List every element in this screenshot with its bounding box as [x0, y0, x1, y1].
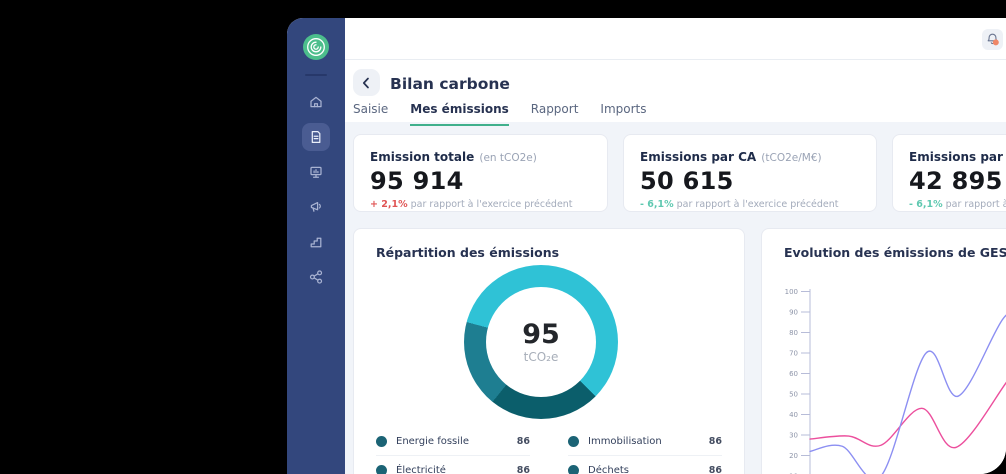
- sidebar-item-monitor[interactable]: [287, 154, 345, 189]
- sidebar-item-analytics[interactable]: [287, 224, 345, 259]
- svg-text:30: 30: [789, 432, 798, 440]
- line-chart-title: Evolution des émissions de GES: [784, 245, 1006, 260]
- svg-text:80: 80: [789, 329, 798, 337]
- tab-imports[interactable]: Imports: [600, 102, 646, 126]
- line-chart-card: Evolution des émissions de GES 100 90 80 70…: [761, 228, 1006, 474]
- donut-center-unit: tCO₂e: [524, 350, 559, 364]
- hierarchy-icon: [302, 263, 330, 291]
- legend-item-dechets: Déchets 86: [568, 456, 722, 474]
- tab-bar: Saisie Mes émissions Rapport Imports: [353, 102, 647, 126]
- donut-legend: Energie fossile 86 Électricité 86 Immobi: [376, 427, 722, 474]
- legend-dot-icon: [568, 465, 579, 474]
- sidebar-nav: [287, 84, 345, 294]
- stat-title: Emission totale: [370, 150, 474, 164]
- legend-item-energie-fossile: Energie fossile 86: [376, 427, 530, 456]
- sidebar-item-home[interactable]: [287, 84, 345, 119]
- stats-row: Emission totale (en tCO2e) 95 914 + 2,1%…: [353, 134, 1006, 212]
- sidebar-item-hierarchy[interactable]: [287, 259, 345, 294]
- tab-rapport[interactable]: Rapport: [531, 102, 579, 126]
- donut-chart: 95 tCO₂e: [464, 265, 618, 419]
- legend-item-immobilisation: Immobilisation 86: [568, 427, 722, 456]
- sidebar-item-documents[interactable]: [287, 119, 345, 154]
- notifications-button[interactable]: [982, 29, 1003, 50]
- back-button[interactable]: [353, 69, 380, 96]
- legend-dot-icon: [568, 436, 579, 447]
- stat-card-emission-totale: Emission totale (en tCO2e) 95 914 + 2,1%…: [353, 134, 608, 212]
- monitor-chart-icon: [302, 158, 330, 186]
- svg-text:20: 20: [789, 452, 798, 460]
- stat-delta: + 2,1%: [370, 199, 408, 210]
- tab-mes-emissions[interactable]: Mes émissions: [410, 102, 508, 126]
- line-chart: 100908070605040302010: [762, 229, 1006, 474]
- legend-item-electricite: Électricité 86: [376, 456, 530, 474]
- screenshot-background: Bilan carbone Saisie Mes émissions Rappo…: [0, 0, 1006, 474]
- app-window: Bilan carbone Saisie Mes émissions Rappo…: [287, 18, 1006, 474]
- svg-text:50: 50: [789, 391, 798, 399]
- legend-column: Energie fossile 86 Électricité 86: [376, 427, 530, 474]
- sidebar-item-megaphone[interactable]: [287, 189, 345, 224]
- tab-saisie[interactable]: Saisie: [353, 102, 388, 126]
- donut-center-value: 95: [522, 320, 560, 350]
- app-logo-icon[interactable]: [303, 34, 329, 60]
- legend-dot-icon: [376, 465, 387, 474]
- stat-note: - 6,1% par rapport à l'exercice précéden…: [640, 199, 860, 210]
- stat-subtitle: (tCO2e/M€): [761, 152, 821, 164]
- bell-icon: [985, 32, 1000, 47]
- sidebar-divider: [305, 74, 327, 76]
- donut-center: 95 tCO₂e: [486, 287, 596, 397]
- svg-text:60: 60: [789, 370, 798, 378]
- donut-chart-card: Répartition des émissions 95 tCO₂e Energ…: [353, 228, 745, 474]
- stat-card-emissions-etp: Emissions par ETP (tCO2e/ETP) 42 895 - 6…: [892, 134, 1006, 212]
- stat-title: Emissions par CA: [640, 150, 756, 164]
- svg-text:40: 40: [789, 411, 798, 419]
- legend-dot-icon: [376, 436, 387, 447]
- sidebar: [287, 18, 345, 474]
- topbar: [345, 18, 1006, 60]
- svg-text:90: 90: [789, 309, 798, 317]
- bar-chart-icon: [302, 228, 330, 256]
- legend-column: Immobilisation 86 Déchets 86: [568, 427, 722, 474]
- stat-delta: - 6,1%: [909, 199, 943, 210]
- donut-chart-title: Répartition des émissions: [376, 245, 559, 260]
- stat-delta: - 6,1%: [640, 199, 674, 210]
- stat-value: 42 895: [909, 167, 1006, 195]
- stat-note: + 2,1% par rapport à l'exercice précéden…: [370, 199, 591, 210]
- megaphone-icon: [302, 193, 330, 221]
- home-icon: [302, 88, 330, 116]
- stat-value: 95 914: [370, 167, 591, 195]
- notification-dot: [993, 39, 999, 45]
- page-title: Bilan carbone: [390, 75, 510, 93]
- charts-row: Répartition des émissions 95 tCO₂e Energ…: [353, 228, 1006, 474]
- svg-text:100: 100: [785, 288, 798, 296]
- stat-card-emissions-ca: Emissions par CA (tCO2e/M€) 50 615 - 6,1…: [623, 134, 877, 212]
- svg-text:70: 70: [789, 350, 798, 358]
- stat-value: 50 615: [640, 167, 860, 195]
- chevron-left-icon: [361, 77, 372, 89]
- stat-note: - 6,1% par rapport à l'exercice précéden…: [909, 199, 1006, 210]
- stat-subtitle: (en tCO2e): [479, 152, 537, 164]
- stat-title: Emissions par ETP: [909, 150, 1006, 164]
- document-icon: [302, 123, 330, 151]
